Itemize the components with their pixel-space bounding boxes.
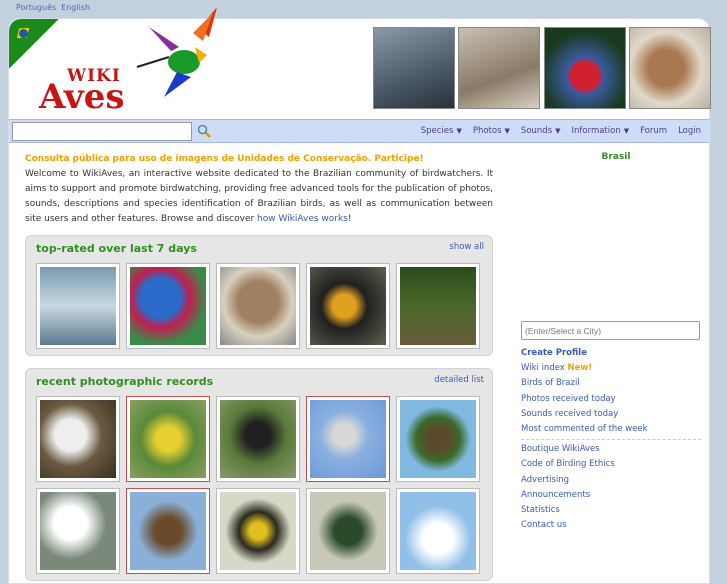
photo-thumb[interactable] [216,488,300,574]
header-photo-heron[interactable] [373,27,455,109]
public-consultation-notice[interactable]: Consulta pública para uso de imagens de … [25,152,493,167]
region-title: Brasil [601,152,631,162]
wikiaves-logo[interactable]: WIKI Aves [29,7,217,119]
intro-text: Welcome to WikiAves, an interactive webs… [25,169,493,224]
birds-of-brazil-link[interactable]: Birds of Brazil [521,378,580,388]
photo-thumb[interactable] [396,488,480,574]
photo-thumb[interactable] [126,396,210,482]
contact-link[interactable]: Contact us [521,520,567,530]
search-bar: Species ▼ Photos ▼ Sounds ▼ Information ▼ Fo… [9,119,709,143]
sounds-today-link[interactable]: Sounds received today [521,409,618,419]
header-photo-trogon[interactable] [544,27,626,109]
announcements-link[interactable]: Announcements [521,490,590,500]
search-icon[interactable] [197,124,211,138]
nav-information[interactable]: Information ▼ [572,126,630,136]
nav-sounds[interactable]: Sounds ▼ [521,126,561,136]
language-selector: Português English [16,3,95,12]
photo-thumb[interactable] [396,263,480,349]
photo-thumb[interactable] [306,263,390,349]
sidebar-links: Create Profile Wiki index New! Birds of … [521,346,701,533]
photo-thumb[interactable] [306,396,390,482]
how-wikiaves-works-link[interactable]: how WikiAves works [257,214,348,224]
search-input[interactable] [12,122,192,141]
hummingbird-icon [136,7,217,97]
nav-login[interactable]: Login [678,126,701,136]
photo-thumb[interactable] [36,263,120,349]
photo-thumb[interactable] [36,488,120,574]
city-input[interactable] [521,321,700,340]
photo-thumb[interactable] [126,263,210,349]
chevron-down-icon: ▼ [555,127,561,135]
sidebar: Brasil Create Profile Wiki index New! Bi… [521,152,701,533]
detailed-list-link[interactable]: detailed list [434,375,484,385]
chevron-down-icon: ▼ [623,127,630,135]
lang-portugues[interactable]: Português [16,3,56,12]
recent-records-title: recent photographic records [36,375,214,388]
divider [521,439,701,441]
nav-forum[interactable]: Forum [640,126,667,136]
wiki-index-link[interactable]: Wiki index [521,363,565,373]
logo-aves-text: Aves [39,77,125,117]
create-profile-link[interactable]: Create Profile [521,348,587,358]
boutique-link[interactable]: Boutique WikiAves [521,444,600,454]
page-container: WIKI Aves Species ▼ Photos ▼ Sounds ▼ Infor… [8,7,711,584]
ethics-link[interactable]: Code of Birding Ethics [521,459,615,469]
chevron-down-icon: ▼ [504,127,510,135]
top-rated-panel: top-rated over last 7 days show all [25,235,493,356]
top-rated-title: top-rated over last 7 days [36,242,197,255]
photos-today-link[interactable]: Photos received today [521,394,616,404]
lang-english[interactable]: English [61,3,90,12]
photo-thumb[interactable] [306,488,390,574]
main-nav: Species ▼ Photos ▼ Sounds ▼ Information ▼ Fo… [421,126,701,136]
statistics-link[interactable]: Statistics [521,505,560,515]
most-commented-link[interactable]: Most commented of the week [521,424,648,434]
recent-records-panel: recent photographic records detailed lis… [25,368,493,581]
header-photo-thrush[interactable] [629,27,711,109]
photo-thumb[interactable] [126,488,210,574]
photo-thumb[interactable] [396,396,480,482]
show-all-link[interactable]: show all [449,242,484,252]
header-photo-hummingbird[interactable] [458,27,540,109]
nav-photos[interactable]: Photos ▼ [473,126,510,136]
chevron-down-icon: ▼ [456,127,462,135]
main-content: Consulta pública para uso de imagens de … [25,152,493,581]
new-badge: New! [567,363,593,374]
photo-thumb[interactable] [216,263,300,349]
photo-thumb[interactable] [36,396,120,482]
nav-species[interactable]: Species ▼ [421,126,462,136]
advertising-link[interactable]: Advertising [521,475,569,485]
photo-thumb[interactable] [216,396,300,482]
